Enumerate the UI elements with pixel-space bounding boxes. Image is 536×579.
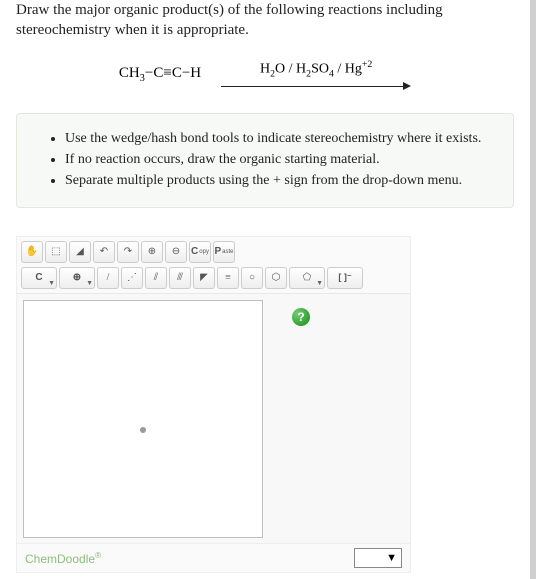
single-bond-tool[interactable]: / xyxy=(97,267,119,289)
help-button[interactable]: ? xyxy=(292,308,310,326)
eraser-tool[interactable]: ◢ xyxy=(69,241,91,263)
wedge-bond-tool[interactable]: ◤ xyxy=(193,267,215,289)
hint-item: Separate multiple products using the + s… xyxy=(65,172,495,191)
canvas-area: ? xyxy=(17,293,410,543)
copy-letter: C xyxy=(191,246,198,257)
products-dropdown[interactable]: ▼ xyxy=(354,548,402,568)
lasso-tool[interactable]: ⬚ xyxy=(45,241,67,263)
ring-tool-2[interactable]: ⬡ xyxy=(265,267,287,289)
undo-button[interactable]: ↶ xyxy=(93,241,115,263)
question-prompt: Draw the major organic product(s) of the… xyxy=(16,0,514,41)
canvas-center-dot xyxy=(140,427,146,433)
bracket-tool[interactable]: [ ]⁻ xyxy=(327,267,363,289)
chevron-down-icon: ▼ xyxy=(316,279,323,287)
reaction-conditions: H2O / H2SO4 / Hg+2 xyxy=(221,59,411,79)
hint-item: If no reaction occurs, draw the organic … xyxy=(65,151,495,170)
paste-button[interactable]: P aste xyxy=(213,241,235,263)
ring-tool-1[interactable]: ○ xyxy=(241,267,263,289)
hint-item: Use the wedge/hash bond tools to indicat… xyxy=(65,130,495,149)
hash-bond-tool[interactable]: ≡ xyxy=(217,267,239,289)
double-bond-tool[interactable]: ⫽ xyxy=(145,267,167,289)
paste-sub: aste xyxy=(222,249,233,255)
zoom-out-button[interactable]: ⊖ xyxy=(165,241,187,263)
chain-tool[interactable]: ⋰ xyxy=(121,267,143,289)
charge-icon: ⊕ xyxy=(73,272,81,283)
reaction-arrow: H2O / H2SO4 / Hg+2 xyxy=(221,59,411,91)
chemdoodle-logo: ChemDoodle® xyxy=(25,550,101,566)
hand-tool[interactable]: ✋ xyxy=(21,241,43,263)
chevron-down-icon: ▼ xyxy=(48,280,55,287)
instruction-box: Use the wedge/hash bond tools to indicat… xyxy=(16,113,514,208)
pentagon-icon: ⬠ xyxy=(303,272,312,283)
toolbar: ✋ ⬚ ◢ ↶ ↷ ⊕ ⊖ C opy P aste C ▼ ⊕ ▼ xyxy=(17,237,410,293)
zoom-in-button[interactable]: ⊕ xyxy=(141,241,163,263)
element-letter: C xyxy=(35,272,42,283)
reaction-scheme: CH3−C≡C−H H2O / H2SO4 / Hg+2 xyxy=(16,59,514,91)
drawing-editor: ✋ ⬚ ◢ ↶ ↷ ⊕ ⊖ C opy P aste C ▼ ⊕ ▼ xyxy=(16,236,411,573)
redo-button[interactable]: ↷ xyxy=(117,241,139,263)
editor-footer: ChemDoodle® ▼ xyxy=(17,543,410,572)
paste-letter: P xyxy=(214,246,221,257)
drawing-canvas[interactable] xyxy=(23,300,263,538)
triple-bond-tool[interactable]: ⫻ xyxy=(169,267,191,289)
copy-sub: opy xyxy=(199,249,209,255)
copy-button[interactable]: C opy xyxy=(189,241,211,263)
ring-tool-3[interactable]: ⬠ ▼ xyxy=(289,267,325,289)
arrow-icon xyxy=(221,81,411,91)
chevron-down-icon: ▼ xyxy=(86,280,93,287)
charge-tool[interactable]: ⊕ ▼ xyxy=(59,267,95,289)
brand-text: ChemDoodle xyxy=(25,552,95,566)
reactant: CH3−C≡C−H xyxy=(119,65,201,84)
element-picker[interactable]: C ▼ xyxy=(21,267,57,289)
